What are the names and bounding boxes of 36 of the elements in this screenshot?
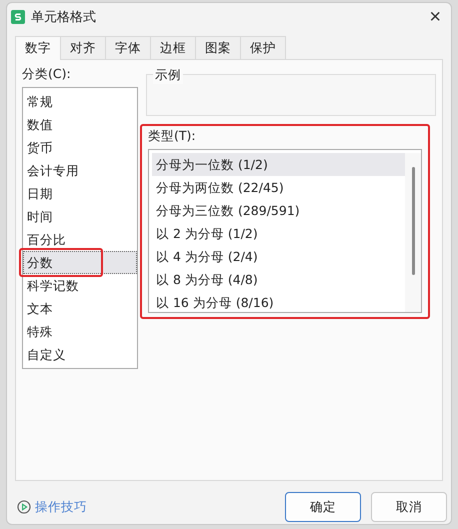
play-icon bbox=[17, 500, 31, 514]
sample-label: 示例 bbox=[153, 67, 183, 84]
tab[interactable]: 边框 bbox=[150, 36, 196, 59]
scroll-thumb[interactable] bbox=[412, 167, 414, 275]
category-item[interactable]: 数值 bbox=[23, 113, 137, 136]
category-item[interactable]: 特殊 bbox=[23, 320, 137, 343]
category-item[interactable]: 文本 bbox=[23, 297, 137, 320]
tab[interactable]: 字体 bbox=[105, 36, 151, 59]
tab[interactable]: 数字 bbox=[15, 36, 61, 60]
close-button[interactable]: × bbox=[427, 7, 443, 27]
tab[interactable]: 图案 bbox=[195, 36, 241, 59]
type-item[interactable]: 以 4 为分母 (2/4) bbox=[152, 245, 405, 268]
cancel-button[interactable]: 取消 bbox=[371, 492, 447, 522]
type-item[interactable]: 分母为两位数 (22/45) bbox=[152, 176, 405, 199]
category-item[interactable]: 科学记数 bbox=[23, 274, 137, 297]
category-item[interactable]: 百分比 bbox=[23, 228, 137, 251]
category-item[interactable]: 自定义 bbox=[23, 343, 137, 366]
type-item[interactable]: 分母为三位数 (289/591) bbox=[152, 199, 405, 222]
tab[interactable]: 保护 bbox=[240, 36, 286, 59]
type-item[interactable]: 以 16 为分母 (8/16) bbox=[152, 291, 405, 314]
category-item[interactable]: 日期 bbox=[23, 182, 137, 205]
type-item[interactable]: 以 2 为分母 (1/2) bbox=[152, 222, 405, 245]
category-item[interactable]: 货币 bbox=[23, 136, 137, 159]
category-item[interactable]: 常规 bbox=[23, 90, 137, 113]
tab[interactable]: 对齐 bbox=[60, 36, 106, 59]
category-label: 分类(C): bbox=[22, 66, 72, 83]
app-logo-icon bbox=[11, 10, 25, 24]
type-label: 类型(T): bbox=[148, 128, 197, 145]
tips-link[interactable]: 操作技巧 bbox=[17, 498, 275, 516]
type-item[interactable]: 分母为一位数 (1/2) bbox=[152, 153, 405, 176]
scrollbar[interactable] bbox=[405, 153, 421, 312]
type-item[interactable]: 以 8 为分母 (4/8) bbox=[152, 268, 405, 291]
category-item[interactable]: 会计专用 bbox=[23, 159, 137, 182]
category-item[interactable]: 时间 bbox=[23, 205, 137, 228]
ok-button[interactable]: 确定 bbox=[285, 492, 361, 522]
window-title: 单元格格式 bbox=[31, 9, 97, 26]
